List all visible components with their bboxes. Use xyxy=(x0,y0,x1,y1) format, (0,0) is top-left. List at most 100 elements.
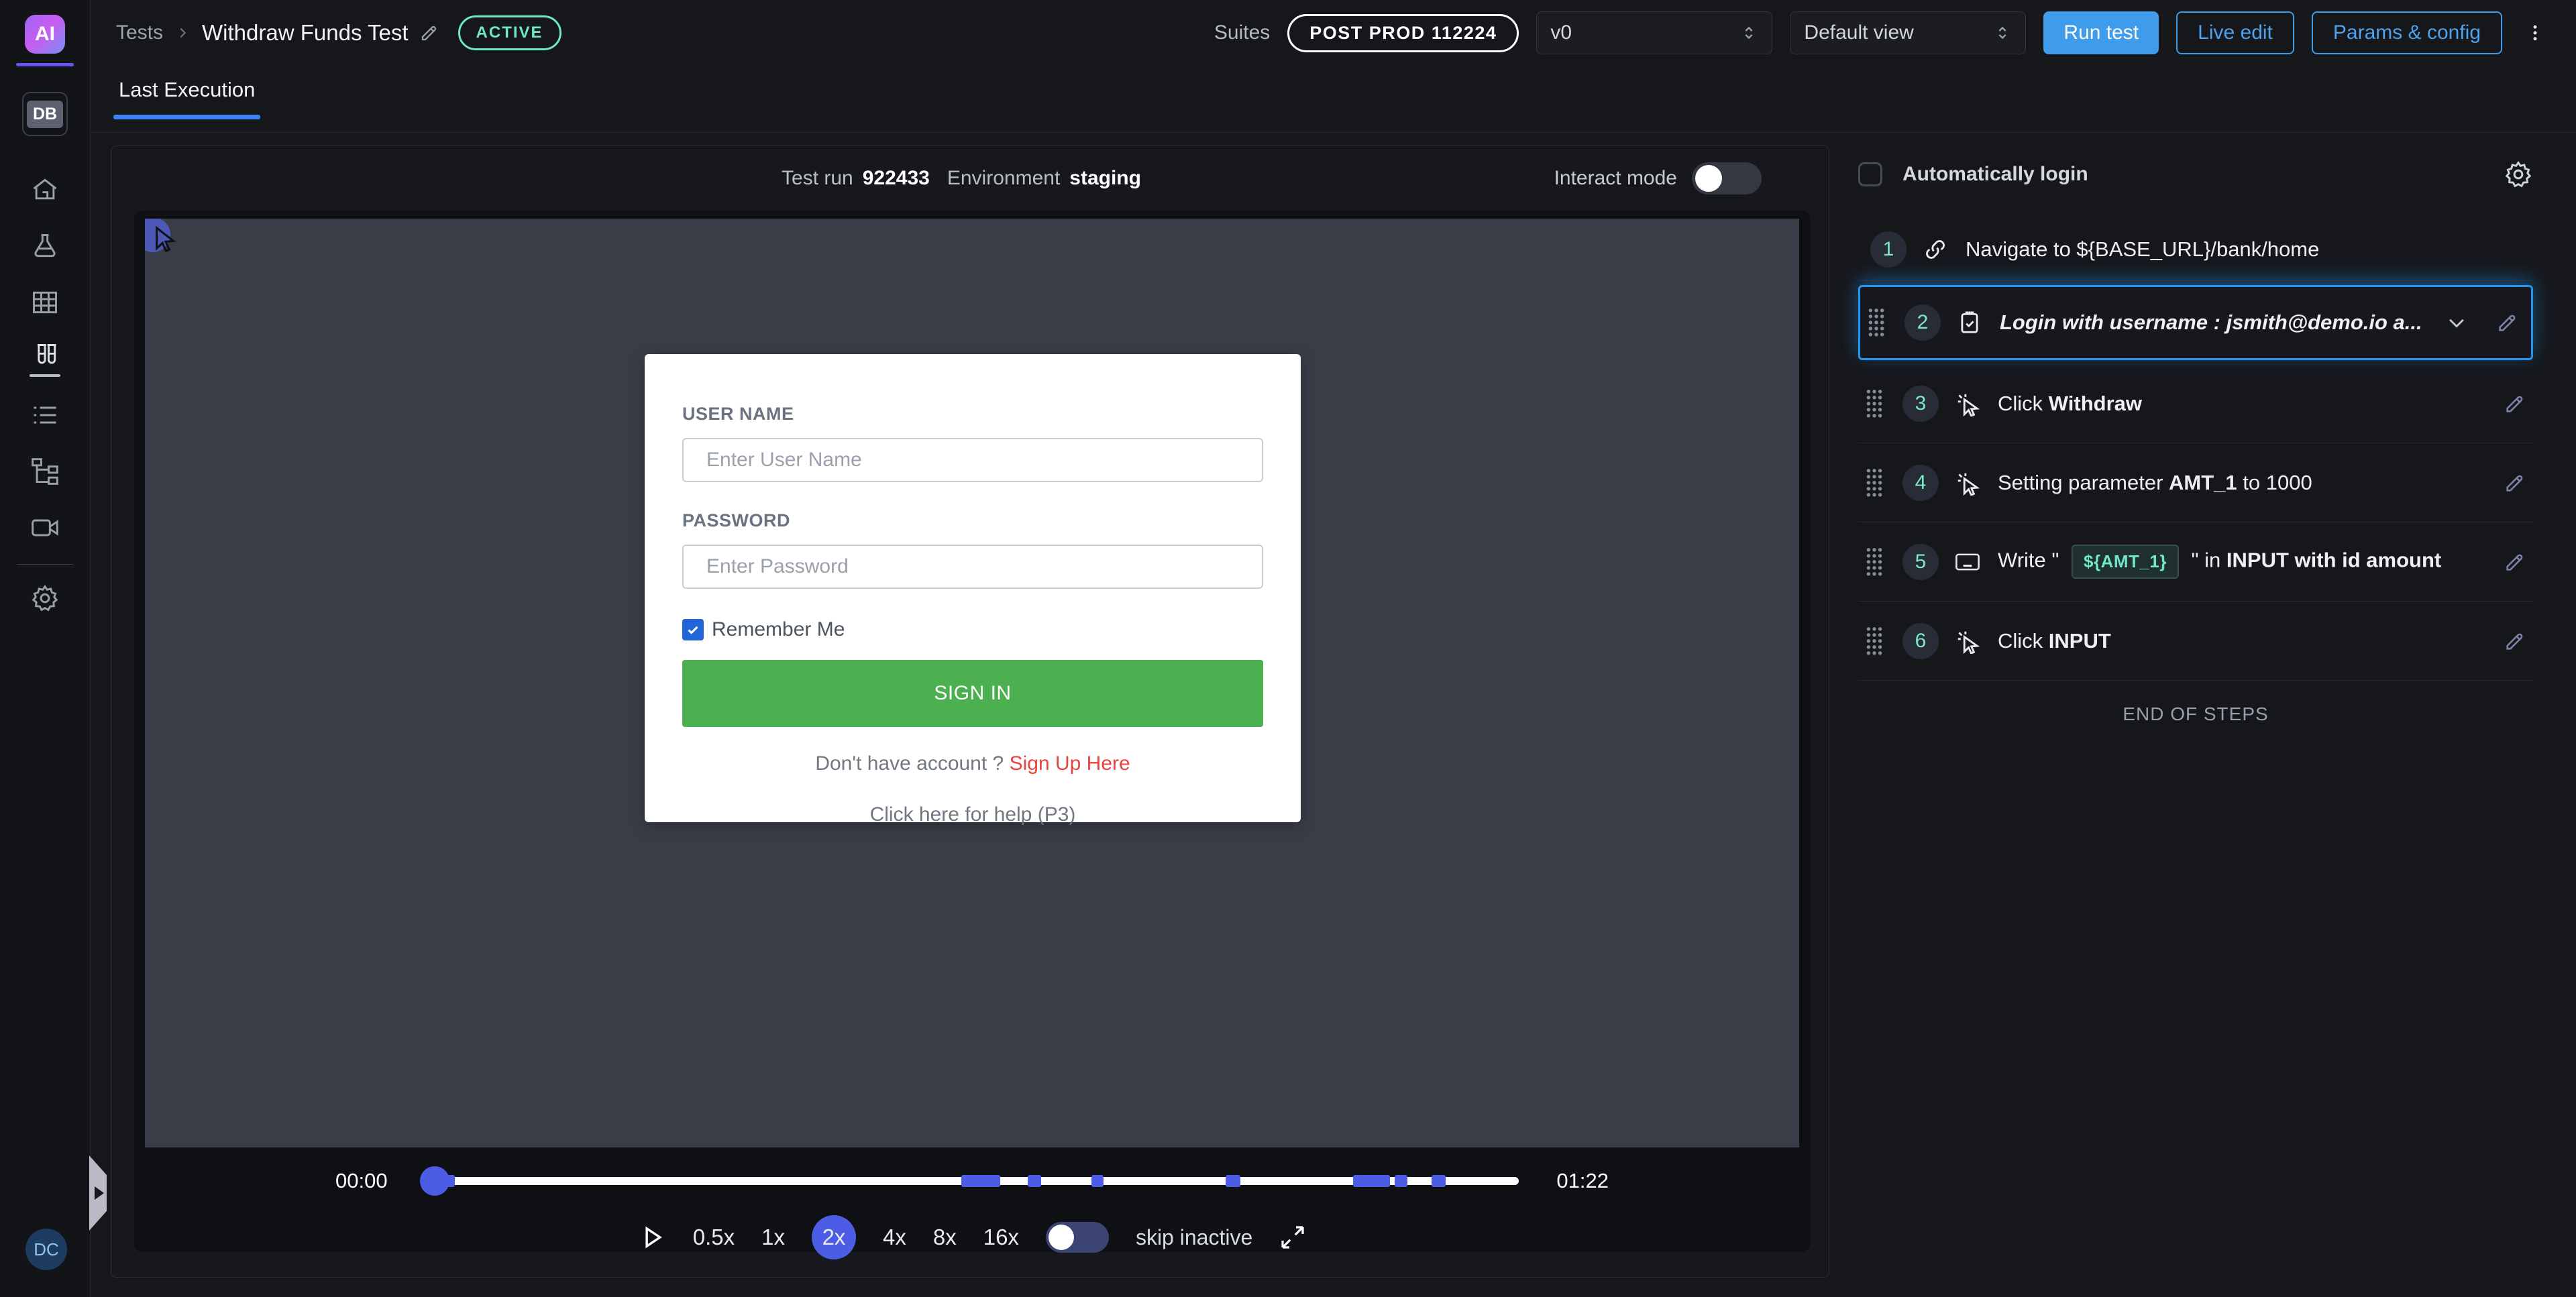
live-edit-button[interactable]: Live edit xyxy=(2176,11,2294,54)
edit-step-pencil-icon[interactable] xyxy=(2496,311,2519,334)
speed-4x[interactable]: 4x xyxy=(883,1225,906,1250)
params-config-button[interactable]: Params & config xyxy=(2312,11,2502,54)
interact-mode-toggle[interactable] xyxy=(1692,162,1762,194)
auto-login-row: Automatically login xyxy=(1858,151,2533,198)
timeline-segment xyxy=(1432,1175,1446,1187)
username-input[interactable] xyxy=(682,438,1263,482)
chevron-updown-icon xyxy=(1993,23,2012,42)
timeline-segment xyxy=(1226,1175,1240,1187)
speed-8x[interactable]: 8x xyxy=(933,1225,957,1250)
step-row-6[interactable]: 6 Click INPUT xyxy=(1858,602,2533,681)
page-title: Withdraw Funds Test xyxy=(202,20,409,46)
expand-arrow-icon xyxy=(95,1186,104,1200)
sidebar-nav xyxy=(26,171,64,547)
play-icon[interactable] xyxy=(638,1223,666,1251)
step-number-badge: 5 xyxy=(1902,544,1939,580)
cursor-click-icon xyxy=(1955,470,1980,496)
flask-icon[interactable] xyxy=(26,227,64,265)
video-camera-icon[interactable] xyxy=(26,509,64,547)
fullscreen-icon[interactable] xyxy=(1279,1224,1306,1251)
top-header: Tests Withdraw Funds Test ACTIVE Suites … xyxy=(91,0,2576,66)
panel-gear-icon[interactable] xyxy=(2504,160,2533,189)
drag-handle-icon[interactable] xyxy=(1865,626,1884,657)
drag-handle-icon[interactable] xyxy=(1865,547,1884,577)
speed-1x[interactable]: 1x xyxy=(761,1225,785,1250)
breadcrumb-chevron-icon xyxy=(175,25,190,40)
test-tubes-icon[interactable] xyxy=(26,340,64,378)
home-icon[interactable] xyxy=(26,171,64,209)
tree-icon[interactable] xyxy=(26,453,64,490)
step-row-3[interactable]: 3 Click Withdraw xyxy=(1858,364,2533,443)
drag-handle-icon[interactable] xyxy=(1865,467,1884,498)
app-logo[interactable]: AI xyxy=(25,15,65,54)
view-select[interactable]: Default view xyxy=(1790,11,2026,54)
drag-handle-icon[interactable] xyxy=(1865,388,1884,419)
edit-title-pencil-icon[interactable] xyxy=(419,23,439,43)
step-row-2-selected[interactable]: 2 Login with username : jsmith@demo.io a… xyxy=(1858,285,2533,360)
chevron-down-icon[interactable] xyxy=(2445,311,2468,334)
remember-me-row: Remember Me xyxy=(682,618,1263,641)
run-header: Test run 922433 Environment staging Inte… xyxy=(111,146,1829,211)
steps-list: 1 Navigate to ${BASE_URL}/bank/home 2 Lo… xyxy=(1858,218,2533,725)
step-row-1[interactable]: 1 Navigate to ${BASE_URL}/bank/home xyxy=(1858,218,2533,281)
kebab-menu-icon[interactable] xyxy=(2520,23,2551,43)
speed-16x[interactable]: 16x xyxy=(983,1225,1019,1250)
version-select[interactable]: v0 xyxy=(1536,11,1772,54)
time-current: 00:00 xyxy=(335,1169,388,1193)
step-text: Setting parameter AMT_1 to 1000 xyxy=(1998,471,2312,495)
step-text: Click Withdraw xyxy=(1998,392,2142,416)
list-icon[interactable] xyxy=(26,396,64,434)
password-input[interactable] xyxy=(682,545,1263,589)
header-actions: Suites POST PROD 112224 v0 Default view … xyxy=(1214,11,2551,54)
clipboard-check-icon xyxy=(1957,310,1982,335)
run-test-button[interactable]: Run test xyxy=(2043,11,2159,54)
drag-handle-icon[interactable] xyxy=(1867,307,1886,338)
suite-pill[interactable]: POST PROD 112224 xyxy=(1287,14,1519,52)
edit-step-pencil-icon[interactable] xyxy=(2504,630,2526,653)
edit-step-pencil-icon[interactable] xyxy=(2504,392,2526,415)
auto-login-checkbox[interactable] xyxy=(1858,162,1882,186)
cursor-click-icon xyxy=(1955,628,1980,654)
speed-2x[interactable]: 2x xyxy=(812,1215,856,1259)
timeline-track[interactable] xyxy=(425,1177,1519,1185)
workspace-selector[interactable]: DB xyxy=(22,92,68,136)
edit-step-pencil-icon[interactable] xyxy=(2504,551,2526,573)
timeline-row: 00:00 01:22 xyxy=(134,1158,1810,1204)
suites-label: Suites xyxy=(1214,21,1270,44)
settings-gear-icon[interactable] xyxy=(26,579,64,617)
toggle-knob xyxy=(1049,1225,1074,1250)
timeline-segment xyxy=(961,1175,1001,1187)
playback-controls: 0.5x 1x 2x 4x 8x 16x skip inactive xyxy=(134,1207,1810,1267)
tab-last-execution[interactable]: Last Execution xyxy=(119,78,255,119)
interact-mode: Interact mode xyxy=(1554,162,1762,194)
speed-0-5x[interactable]: 0.5x xyxy=(693,1225,735,1250)
sidebar-expand-handle[interactable] xyxy=(89,1155,107,1231)
sidebar-divider xyxy=(17,564,73,565)
skip-inactive-toggle[interactable] xyxy=(1046,1222,1109,1253)
signup-prompt: Don't have account ? xyxy=(815,752,1004,775)
sign-in-button[interactable]: SIGN IN xyxy=(682,660,1263,727)
username-label: USER NAME xyxy=(682,404,1263,425)
timeline-segment xyxy=(1395,1175,1408,1187)
steps-panel: Automatically login 1 Navigate to ${BASE… xyxy=(1858,146,2576,1297)
replay-viewport: Digital Bank USER NAME PASSWORD Remember… xyxy=(145,219,1799,1147)
auto-login-label: Automatically login xyxy=(1902,163,2088,186)
timeline-knob[interactable] xyxy=(420,1166,449,1196)
login-card: USER NAME PASSWORD Remember Me SIGN IN D… xyxy=(645,354,1301,822)
step-number-badge: 2 xyxy=(1904,304,1941,341)
help-link[interactable]: Click here for help (P3) xyxy=(682,803,1263,826)
remember-me-checkbox[interactable] xyxy=(682,619,704,640)
step-number-badge: 6 xyxy=(1902,623,1939,659)
step-text: Login with username : jsmith@demo.io a..… xyxy=(2000,311,2422,335)
version-select-value: v0 xyxy=(1550,21,1572,44)
step-row-5[interactable]: 5 Write " ${AMT_1} " in INPUT with id am… xyxy=(1858,522,2533,602)
step-row-4[interactable]: 4 Setting parameter AMT_1 to 1000 xyxy=(1858,443,2533,522)
tab-label: Last Execution xyxy=(119,78,255,101)
signup-link[interactable]: Sign Up Here xyxy=(1010,752,1130,775)
password-label: PASSWORD xyxy=(682,510,1263,531)
grid-icon[interactable] xyxy=(26,284,64,321)
edit-step-pencil-icon[interactable] xyxy=(2504,471,2526,494)
breadcrumb-tests[interactable]: Tests xyxy=(116,21,163,44)
remember-me-label: Remember Me xyxy=(712,618,845,641)
user-avatar[interactable]: DC xyxy=(25,1229,67,1270)
